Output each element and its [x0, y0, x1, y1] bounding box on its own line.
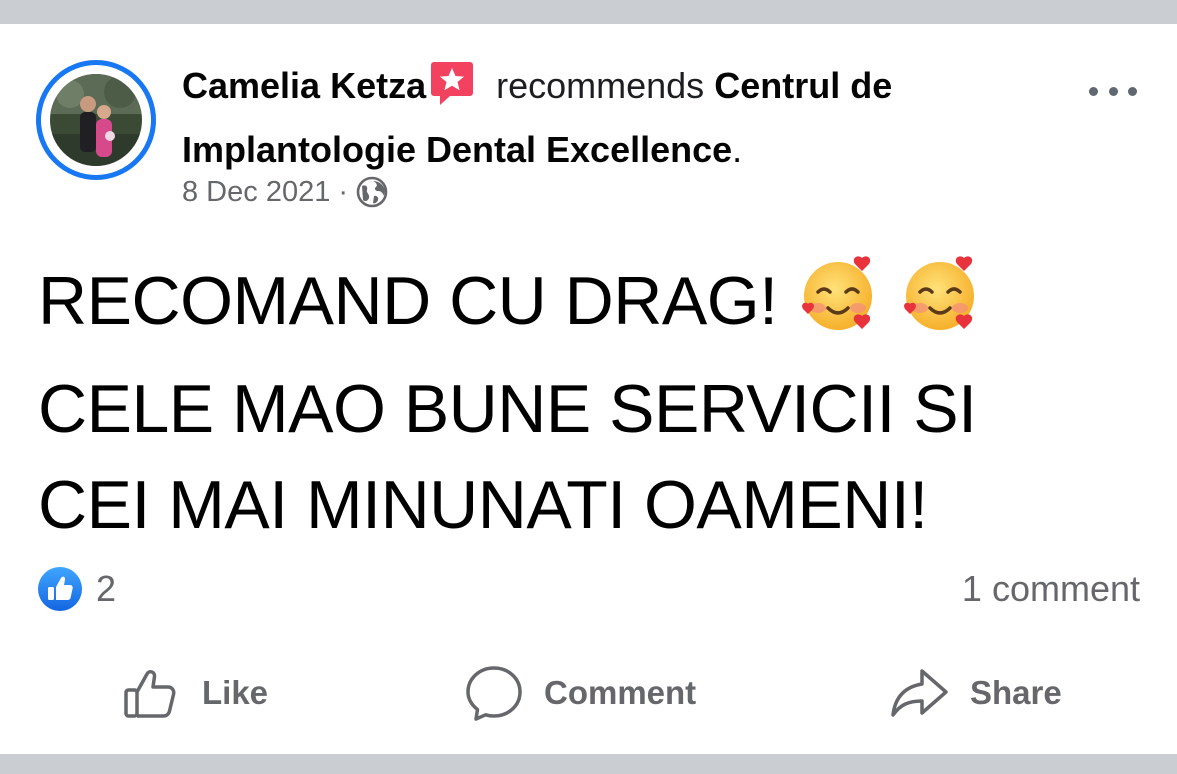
like-button[interactable]: Like [122, 660, 268, 726]
smiling-face-with-hearts-icon [898, 252, 982, 361]
comment-count[interactable]: 1 comment [962, 566, 1140, 612]
header-period: . [732, 129, 743, 170]
more-dot-icon [1108, 86, 1118, 96]
more-options-button[interactable] [1085, 78, 1141, 104]
share-button[interactable]: Share [890, 660, 1062, 726]
post-header: Camelia Ketza recommends Centrul de Impla… [182, 58, 1062, 178]
post-body: RECOMAND CU DRAG! CELE MAO BUNE SERVICII… [38, 252, 1138, 553]
more-dot-icon [1128, 86, 1137, 96]
like-reaction-icon[interactable] [37, 566, 83, 612]
post-line: CELE MAO BUNE SERVICII SI [38, 371, 977, 447]
post-line: RECOMAND CU DRAG! [38, 252, 1138, 361]
author-name[interactable]: Camelia Ketza [182, 65, 426, 106]
post-line-text: RECOMAND CU DRAG! [38, 263, 778, 339]
recommendation-icon [430, 60, 474, 122]
post-line: CEI MAI MINUNATI OAMENI! [38, 467, 928, 543]
comment-label: Comment [544, 674, 697, 711]
smiling-face-with-hearts-icon [796, 252, 880, 361]
globe-icon [356, 176, 388, 208]
avatar[interactable] [36, 60, 156, 180]
thumbs-up-icon [124, 669, 176, 718]
like-count[interactable]: 2 [96, 566, 116, 612]
share-label: Share [970, 674, 1062, 711]
comment-button[interactable]: Comment [464, 660, 696, 726]
more-dot-icon [1089, 86, 1098, 96]
recommends-label: recommends [496, 65, 705, 106]
top-divider [0, 0, 1177, 24]
like-label: Like [202, 674, 269, 711]
bottom-divider [0, 754, 1177, 774]
avatar-photo [50, 74, 142, 166]
comment-bubble-icon [466, 666, 522, 721]
meta-separator: · [338, 175, 348, 208]
share-arrow-icon [891, 669, 948, 717]
post-date[interactable]: 8 Dec 2021 [182, 176, 330, 209]
post-meta: 8 Dec 2021 · [182, 174, 388, 210]
